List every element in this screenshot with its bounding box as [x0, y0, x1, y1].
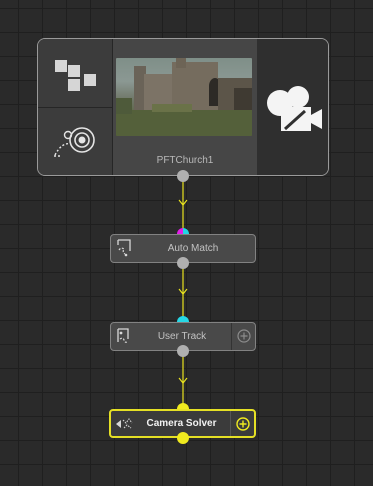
source-clip-node[interactable]: PFTChurch1 [37, 38, 329, 176]
source-node-right-panel [257, 39, 328, 175]
church-thumbnail [116, 58, 252, 136]
camera-solver-output-port[interactable] [177, 432, 189, 444]
user-track-icon [117, 328, 129, 343]
camera-solver-add-area [230, 411, 254, 436]
user-track-label: User Track [157, 331, 207, 342]
user-track-add-area [231, 323, 255, 350]
auto-match-label: Auto Match [167, 243, 219, 254]
camera-solver-icon [116, 418, 133, 429]
auto-match-output-port[interactable] [177, 257, 189, 269]
movie-camera-icon[interactable] [261, 83, 325, 135]
auto-match-icon [117, 239, 131, 257]
lens-distortion-icon[interactable] [52, 125, 98, 159]
camera-solver-label: Camera Solver [146, 418, 217, 429]
source-node-left-panel [38, 39, 113, 175]
plus-circle-icon[interactable] [236, 417, 250, 431]
source-output-port[interactable] [177, 170, 189, 182]
source-node-preview-panel: PFTChurch1 [113, 39, 257, 175]
source-node-label: PFTChurch1 [156, 155, 214, 166]
plus-circle-icon[interactable] [237, 329, 251, 343]
user-track-output-port[interactable] [177, 345, 189, 357]
